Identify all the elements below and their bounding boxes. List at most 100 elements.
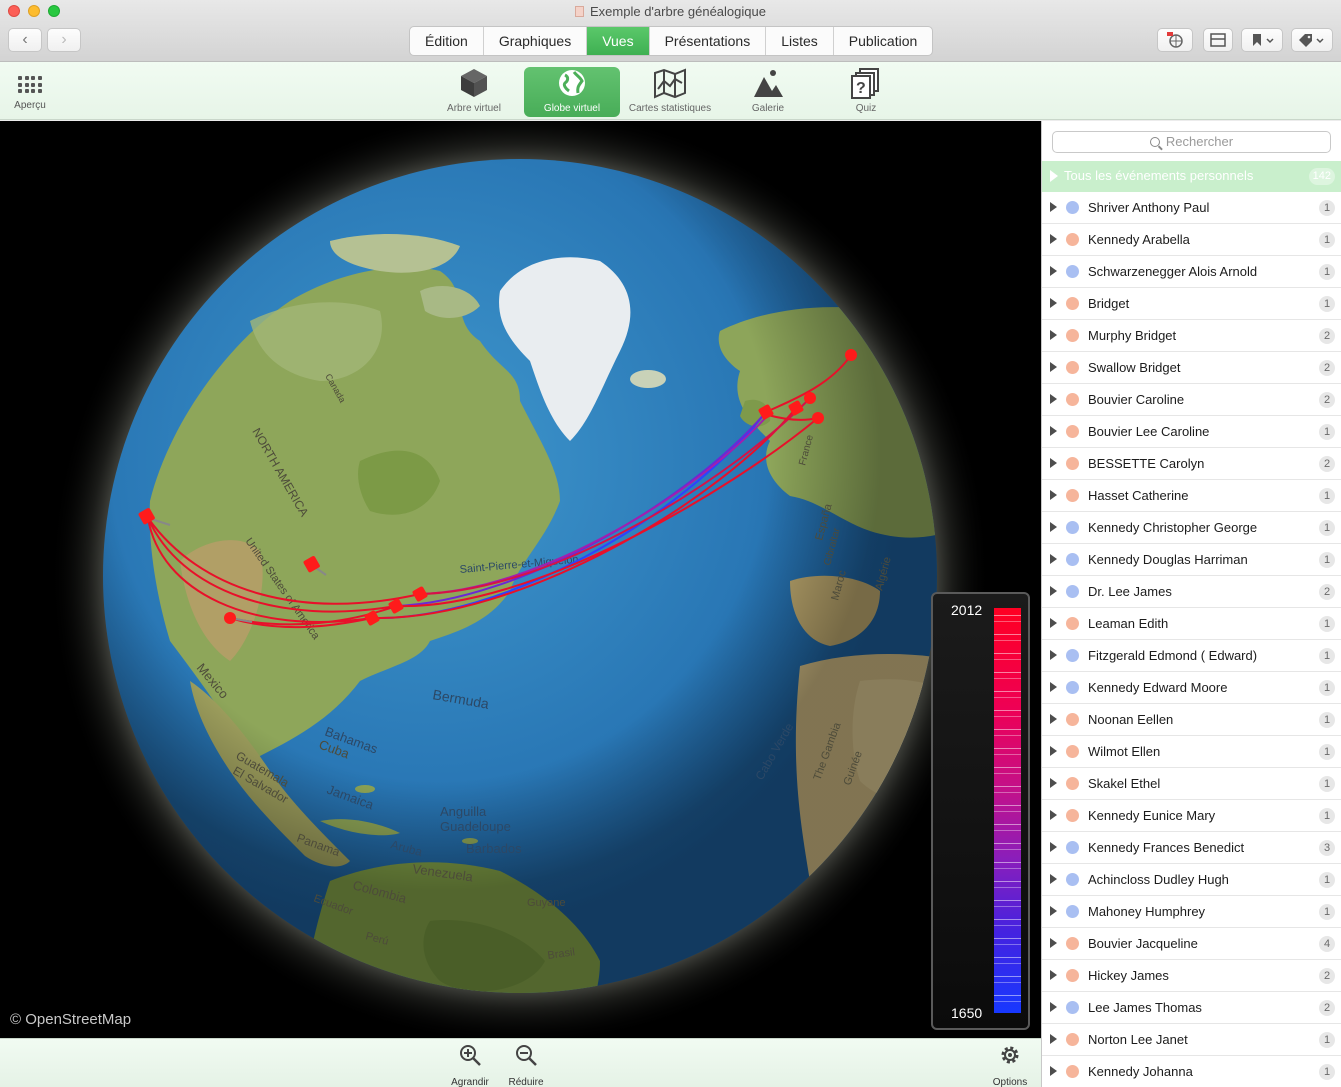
person-row[interactable]: Wilmot Ellen 1 — [1042, 736, 1341, 768]
person-row[interactable]: Dr. Lee James 2 — [1042, 576, 1341, 608]
disclosure-triangle-icon[interactable] — [1050, 458, 1057, 468]
disclosure-triangle-icon[interactable] — [1050, 1034, 1057, 1044]
globe-svg[interactable]: NORTH AMERICA United States of America C… — [0, 121, 1041, 1038]
disclosure-triangle-icon[interactable] — [1050, 266, 1057, 276]
disclosure-triangle-icon[interactable] — [1050, 938, 1057, 948]
back-button[interactable]: ‹ — [8, 28, 42, 52]
map-pin[interactable] — [812, 412, 824, 424]
view-cartes-statistiques[interactable]: Cartes statistiques — [622, 67, 718, 117]
map-pin[interactable] — [845, 349, 857, 361]
disclosure-triangle-icon[interactable] — [1050, 1066, 1057, 1076]
person-name: Bouvier Lee Caroline — [1088, 424, 1210, 439]
share-button[interactable] — [1157, 28, 1193, 52]
window-layout-button[interactable] — [1203, 28, 1233, 52]
person-row[interactable]: Kennedy Arabella 1 — [1042, 224, 1341, 256]
event-count-badge: 1 — [1319, 808, 1335, 824]
zoom-out-button[interactable]: Réduire — [498, 1043, 554, 1087]
disclosure-triangle-icon[interactable] — [1050, 298, 1057, 308]
person-list: Shriver Anthony Paul 1 Kennedy Arabella 1 Sc… — [1042, 192, 1341, 1087]
person-name: Murphy Bridget — [1088, 328, 1177, 343]
person-row[interactable]: Kennedy Frances Benedict 3 — [1042, 832, 1341, 864]
bookmark-menu-button[interactable] — [1241, 28, 1283, 52]
disclosure-triangle-icon[interactable] — [1050, 362, 1057, 372]
tab-4[interactable]: Listes — [766, 27, 834, 55]
person-row[interactable]: Hickey James 2 — [1042, 960, 1341, 992]
person-row[interactable]: Hasset Catherine 1 — [1042, 480, 1341, 512]
person-row[interactable]: Noonan Eellen 1 — [1042, 704, 1341, 736]
globe-view[interactable]: NORTH AMERICA United States of America C… — [0, 121, 1041, 1038]
person-row[interactable]: Bouvier Lee Caroline 1 — [1042, 416, 1341, 448]
disclosure-triangle-icon[interactable] — [1050, 1002, 1057, 1012]
view-galerie[interactable]: Galerie — [720, 67, 816, 117]
person-name: Shriver Anthony Paul — [1088, 200, 1210, 215]
person-row[interactable]: Skakel Ethel 1 — [1042, 768, 1341, 800]
disclosure-triangle-icon[interactable] — [1050, 490, 1057, 500]
person-row[interactable]: BESSETTE Carolyn 2 — [1042, 448, 1341, 480]
views-toolbar: Aperçu Arbre virtuel Globe virtuel Carte… — [0, 62, 1341, 120]
person-name: Bouvier Caroline — [1088, 392, 1185, 407]
disclosure-triangle-icon[interactable] — [1050, 202, 1057, 212]
timeline-color-strip[interactable] — [994, 608, 1021, 1013]
disclosure-triangle-icon[interactable] — [1050, 170, 1058, 182]
person-name: Fitzgerald Edmond ( Edward) — [1088, 648, 1258, 663]
disclosure-triangle-icon[interactable] — [1050, 618, 1057, 628]
person-row[interactable]: Bouvier Jacqueline 4 — [1042, 928, 1341, 960]
disclosure-triangle-icon[interactable] — [1050, 234, 1057, 244]
view-globe-virtuel[interactable]: Globe virtuel — [524, 67, 620, 117]
disclosure-triangle-icon[interactable] — [1050, 426, 1057, 436]
person-row[interactable]: Kennedy Eunice Mary 1 — [1042, 800, 1341, 832]
options-button[interactable]: Options — [982, 1043, 1038, 1087]
female-dot-icon — [1066, 297, 1079, 310]
view-arbre-virtuel[interactable]: Arbre virtuel — [426, 67, 522, 117]
person-row[interactable]: Kennedy Christopher George 1 — [1042, 512, 1341, 544]
person-row[interactable]: Murphy Bridget 2 — [1042, 320, 1341, 352]
search-field[interactable]: Rechercher — [1052, 131, 1331, 153]
disclosure-triangle-icon[interactable] — [1050, 842, 1057, 852]
disclosure-triangle-icon[interactable] — [1050, 394, 1057, 404]
person-row[interactable]: Mahoney Humphrey 1 — [1042, 896, 1341, 928]
disclosure-triangle-icon[interactable] — [1050, 554, 1057, 564]
disclosure-triangle-icon[interactable] — [1050, 970, 1057, 980]
person-row[interactable]: Swallow Bridget 2 — [1042, 352, 1341, 384]
tag-menu-button[interactable] — [1291, 28, 1333, 52]
person-row[interactable]: Norton Lee Janet 1 — [1042, 1024, 1341, 1056]
disclosure-triangle-icon[interactable] — [1050, 714, 1057, 724]
disclosure-triangle-icon[interactable] — [1050, 522, 1057, 532]
map-pin[interactable] — [804, 392, 816, 404]
disclosure-triangle-icon[interactable] — [1050, 810, 1057, 820]
disclosure-triangle-icon[interactable] — [1050, 778, 1057, 788]
disclosure-triangle-icon[interactable] — [1050, 586, 1057, 596]
view-quiz[interactable]: ? Quiz — [818, 67, 914, 117]
person-row[interactable]: Bridget 1 — [1042, 288, 1341, 320]
zoom-in-button[interactable]: Agrandir — [442, 1043, 498, 1087]
forward-button[interactable]: › — [47, 28, 81, 52]
osm-attribution: © OpenStreetMap — [10, 1011, 132, 1028]
tab-5[interactable]: Publication — [834, 27, 932, 55]
person-row[interactable]: Fitzgerald Edmond ( Edward) 1 — [1042, 640, 1341, 672]
tab-0[interactable]: Édition — [410, 27, 484, 55]
disclosure-triangle-icon[interactable] — [1050, 746, 1057, 756]
event-count-badge: 1 — [1319, 520, 1335, 536]
person-row[interactable]: Leaman Edith 1 — [1042, 608, 1341, 640]
disclosure-triangle-icon[interactable] — [1050, 874, 1057, 884]
zoom-in-label: Agrandir — [451, 1077, 489, 1087]
tab-1[interactable]: Graphiques — [484, 27, 588, 55]
event-count-badge: 1 — [1319, 488, 1335, 504]
apercu-button[interactable]: Aperçu — [10, 76, 50, 111]
disclosure-triangle-icon[interactable] — [1050, 330, 1057, 340]
disclosure-triangle-icon[interactable] — [1050, 650, 1057, 660]
person-row[interactable]: Schwarzenegger Alois Arnold 1 — [1042, 256, 1341, 288]
person-row[interactable]: Kennedy Johanna 1 — [1042, 1056, 1341, 1087]
person-row[interactable]: Achincloss Dudley Hugh 1 — [1042, 864, 1341, 896]
tab-3[interactable]: Présentations — [650, 27, 767, 55]
tab-2[interactable]: Vues — [587, 27, 650, 55]
disclosure-triangle-icon[interactable] — [1050, 682, 1057, 692]
person-row[interactable]: Lee James Thomas 2 — [1042, 992, 1341, 1024]
person-row[interactable]: Kennedy Douglas Harriman 1 — [1042, 544, 1341, 576]
person-row[interactable]: Shriver Anthony Paul 1 — [1042, 192, 1341, 224]
person-row[interactable]: Kennedy Edward Moore 1 — [1042, 672, 1341, 704]
all-events-row[interactable]: Tous les événements personnels 142 — [1042, 161, 1341, 192]
disclosure-triangle-icon[interactable] — [1050, 906, 1057, 916]
timeline-legend[interactable]: 2012 1650 — [931, 592, 1030, 1030]
person-row[interactable]: Bouvier Caroline 2 — [1042, 384, 1341, 416]
